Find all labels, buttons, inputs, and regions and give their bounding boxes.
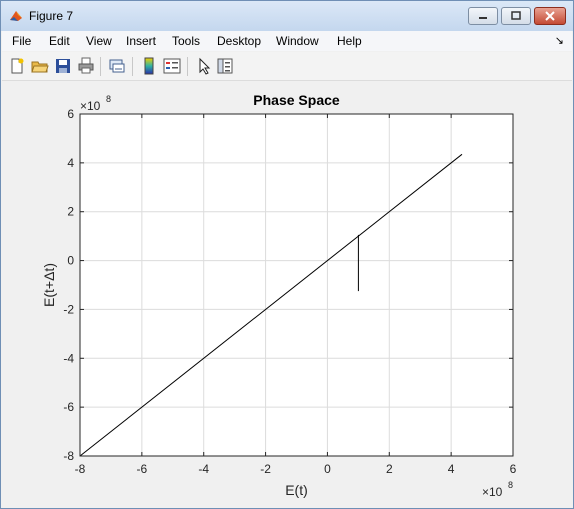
close-icon	[535, 8, 565, 24]
y-exponent-multiplier: ×10	[80, 99, 101, 113]
y-tick-label: 6	[67, 107, 74, 121]
close-button[interactable]	[534, 7, 566, 25]
menu-desktop[interactable]: Desktop	[217, 34, 261, 48]
toolbar-separator	[187, 57, 188, 76]
open-file-icon[interactable]	[31, 57, 49, 75]
x-tick-label: 2	[386, 462, 393, 476]
y-tick-label: 4	[67, 156, 74, 170]
menu-file[interactable]: File	[12, 34, 31, 48]
toolbar-separator	[100, 57, 101, 76]
new-figure-icon[interactable]	[8, 57, 26, 75]
x-exponent-power: 8	[508, 480, 513, 490]
x-axis-label: E(t)	[285, 482, 308, 498]
chart-title: Phase Space	[253, 92, 340, 108]
property-editor-icon[interactable]	[216, 57, 234, 75]
y-axis-label: E(t+Δt)	[41, 263, 57, 307]
minimize-icon	[469, 8, 497, 24]
y-exponent-power: 8	[106, 94, 111, 104]
y-tick-label: 2	[67, 205, 74, 219]
dock-arrow-icon[interactable]: ↘	[555, 34, 564, 47]
colorbar-icon[interactable]	[140, 57, 158, 75]
y-tick-label: -4	[63, 351, 74, 365]
phase-space-chart: -8 -6 -4 -2 0 2 4 6 -8 -6 -4 -2 0 2 4 6 Phase Space E(t…	[41, 92, 517, 499]
x-tick-label: -8	[75, 462, 86, 476]
minimize-button[interactable]	[468, 7, 498, 25]
maximize-button[interactable]	[501, 7, 531, 25]
x-tick-label: -2	[260, 462, 271, 476]
x-exponent-multiplier: ×10	[482, 485, 503, 499]
y-tick-label: -2	[63, 302, 74, 316]
x-tick-label: -4	[198, 462, 209, 476]
menu-tools[interactable]: Tools	[172, 34, 200, 48]
edit-plot-arrow-icon[interactable]	[195, 57, 213, 75]
menu-bar: File Edit View Insert Tools Desktop Wind…	[2, 31, 572, 51]
figure-canvas: -8 -6 -4 -2 0 2 4 6 -8 -6 -4 -2 0 2 4 6 Phase Space E(t…	[6, 82, 570, 502]
figure-window: Figure 7 File Edit View Insert Tools Des…	[0, 0, 574, 509]
y-tick-label: 0	[67, 254, 74, 268]
window-title: Figure 7	[29, 9, 74, 23]
x-tick-label: 6	[510, 462, 517, 476]
menu-edit[interactable]: Edit	[49, 34, 70, 48]
menu-window[interactable]: Window	[276, 34, 319, 48]
toolbar-separator	[132, 57, 133, 76]
y-exponent-label: ×10 8	[80, 94, 111, 113]
print-icon[interactable]	[77, 57, 95, 75]
matlab-icon	[10, 11, 22, 21]
title-bar[interactable]: Figure 7	[1, 1, 573, 31]
save-icon[interactable]	[54, 57, 72, 75]
x-tick-label: 0	[324, 462, 331, 476]
x-exponent-label: ×10 8	[482, 480, 513, 499]
menu-help[interactable]: Help	[337, 34, 362, 48]
x-tick-label: 4	[448, 462, 455, 476]
maximize-icon	[502, 8, 530, 24]
menu-view[interactable]: View	[86, 34, 112, 48]
y-tick-label: -8	[63, 449, 74, 463]
link-plot-icon[interactable]	[108, 57, 126, 75]
menu-insert[interactable]: Insert	[126, 34, 156, 48]
figure-toolbar	[2, 52, 572, 81]
x-tick-label: -6	[137, 462, 148, 476]
y-tick-label: -6	[63, 400, 74, 414]
legend-icon[interactable]	[163, 57, 181, 75]
